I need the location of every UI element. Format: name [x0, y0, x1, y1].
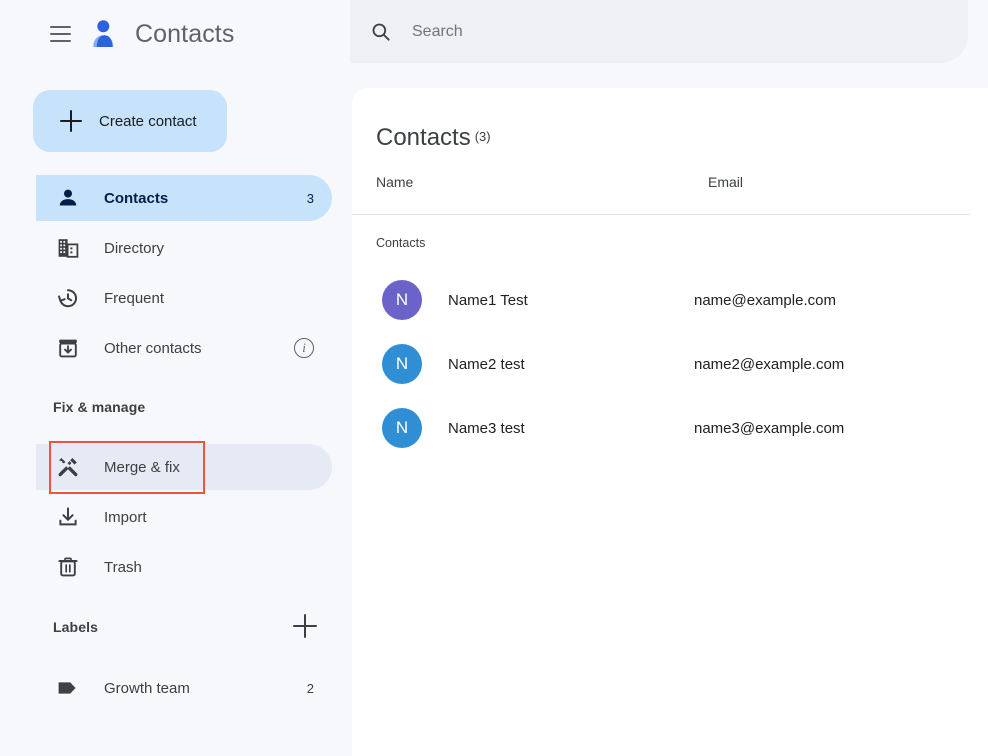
- contact-email: name3@example.com: [694, 419, 845, 437]
- labels-list: Growth team 2: [0, 665, 350, 715]
- sidebar-item-label: Merge & fix: [104, 458, 180, 476]
- page-title: Contacts (3): [376, 124, 491, 152]
- search-input[interactable]: Search: [412, 23, 463, 41]
- sidebar-item-merge-fix[interactable]: Merge & fix: [36, 444, 332, 490]
- download-tray-icon: [56, 505, 80, 529]
- fix-and-manage-list: Merge & fix Import Trash: [0, 444, 350, 594]
- contacts-app-window: Contacts Create contact Contacts 3 Direct…: [0, 0, 988, 756]
- contact-name: Name2 test: [448, 355, 525, 373]
- trash-bin-icon: [56, 555, 80, 579]
- column-header-name[interactable]: Name: [376, 174, 413, 190]
- app-header: Contacts: [0, 0, 350, 68]
- sidebar-item-count: 2: [306, 680, 314, 696]
- avatar[interactable]: N: [382, 344, 422, 384]
- hamburger-bar: [49, 26, 71, 28]
- labels-heading: Labels: [53, 619, 98, 635]
- page-title-text: Contacts: [376, 124, 471, 151]
- sidebar-item-other-contacts[interactable]: Other contacts i: [36, 325, 332, 371]
- avatar[interactable]: N: [382, 280, 422, 320]
- create-label-button[interactable]: [292, 613, 318, 639]
- sidebar: Contacts Create contact Contacts 3 Direct…: [0, 0, 350, 756]
- sidebar-item-label: Other contacts: [104, 339, 202, 357]
- history-clock-icon: [56, 286, 80, 310]
- table-row[interactable]: N Name3 test name3@example.com: [352, 396, 988, 460]
- sidebar-item-label: Growth team: [104, 679, 190, 697]
- sidebar-item-directory[interactable]: Directory: [36, 225, 332, 271]
- create-contact-button[interactable]: Create contact: [33, 90, 227, 152]
- column-header-email[interactable]: Email: [708, 174, 743, 190]
- label-tag-icon: [56, 676, 80, 700]
- info-icon[interactable]: i: [294, 338, 314, 358]
- sidebar-item-growth-team[interactable]: Growth team 2: [36, 665, 332, 711]
- page-title-count: (3): [474, 129, 491, 144]
- hamburger-menu-icon[interactable]: [38, 12, 82, 56]
- avatar[interactable]: N: [382, 408, 422, 448]
- contact-email: name2@example.com: [694, 355, 845, 373]
- contacts-person-logo-icon: [88, 17, 122, 51]
- fix-and-manage-heading: Fix & manage: [53, 399, 146, 415]
- sidebar-item-frequent[interactable]: Frequent: [36, 275, 332, 321]
- plus-icon: [60, 110, 82, 132]
- contact-email: name@example.com: [694, 291, 836, 309]
- person-icon: [56, 186, 80, 210]
- handyman-tools-icon: [56, 455, 80, 479]
- search-bar[interactable]: Search: [350, 0, 968, 63]
- hamburger-bar: [49, 40, 71, 42]
- sidebar-item-label: Directory: [104, 239, 165, 257]
- sidebar-item-label: Contacts: [104, 189, 169, 207]
- main-area: Search Contacts (3) Name Email Contacts N…: [350, 0, 988, 756]
- search-icon: [370, 21, 392, 43]
- archive-down-icon: [56, 336, 80, 360]
- table-header-row: Name Email: [352, 174, 970, 215]
- hamburger-bar: [49, 33, 71, 35]
- sidebar-item-import[interactable]: Import: [36, 494, 332, 540]
- sidebar-nav-list: Contacts 3 Directory Frequent Other conta…: [0, 175, 350, 375]
- sidebar-item-label: Frequent: [104, 289, 165, 307]
- sidebar-item-label: Import: [104, 508, 147, 526]
- sidebar-item-contacts[interactable]: Contacts 3: [36, 175, 332, 221]
- contact-name: Name3 test: [448, 419, 525, 437]
- group-label: Contacts: [376, 236, 426, 250]
- sidebar-item-count: 3: [306, 190, 314, 206]
- table-row[interactable]: N Name2 test name2@example.com: [352, 332, 988, 396]
- sidebar-item-label: Trash: [104, 558, 142, 576]
- building-icon: [56, 236, 80, 260]
- contacts-content-card: Contacts (3) Name Email Contacts N Name1 T…: [352, 88, 988, 756]
- contact-name: Name1 Test: [448, 291, 528, 309]
- create-contact-label: Create contact: [99, 112, 197, 130]
- app-title: Contacts: [135, 19, 235, 48]
- table-row[interactable]: N Name1 Test name@example.com: [352, 268, 988, 332]
- sidebar-item-trash[interactable]: Trash: [36, 544, 332, 590]
- contacts-list: N Name1 Test name@example.com N Name2 test na…: [352, 268, 988, 460]
